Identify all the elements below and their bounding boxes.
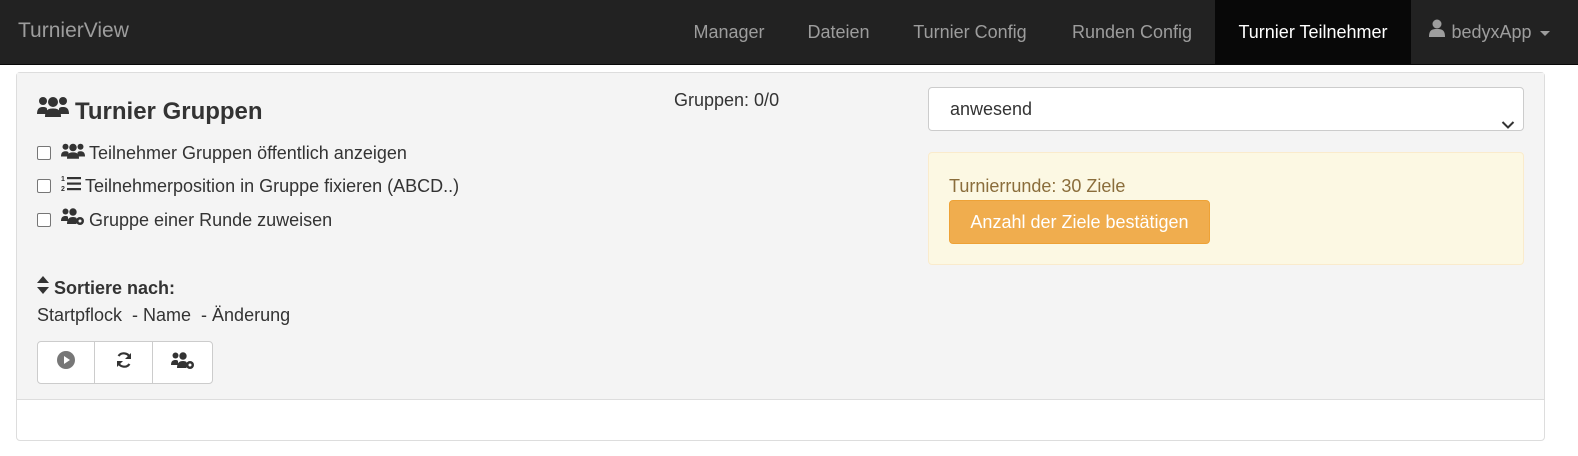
fix-position-checkbox[interactable]: [37, 178, 51, 193]
option-fix-position[interactable]: 1 2 Teilnehmerposition in Gruppe fixiere…: [37, 174, 459, 198]
users-icon: [61, 141, 85, 165]
sort-heading: Sortiere nach:: [37, 275, 176, 300]
status-select-value: anwesend: [950, 99, 1033, 119]
svg-text:2: 2: [61, 186, 65, 192]
user-icon: [1429, 0, 1446, 63]
refresh-icon: [115, 351, 133, 374]
svg-text:1: 1: [61, 176, 65, 183]
show-groups-checkbox[interactable]: [37, 145, 51, 160]
nav-runden-config[interactable]: Runden Config: [1049, 0, 1215, 64]
navbar: TurnierView Manager Dateien Turnier Conf…: [0, 0, 1578, 65]
caret-down-icon: [1539, 30, 1550, 36]
groups-count: Gruppen: 0/0: [674, 90, 780, 110]
sort-heading-label: Sortiere nach:: [54, 278, 176, 298]
users-icon: [37, 94, 69, 126]
user-menu[interactable]: bedyxApp: [1411, 0, 1568, 64]
round-alert-text: Turnierrunde: 30 Ziele: [949, 176, 1126, 196]
brand-link[interactable]: TurnierView: [18, 18, 129, 44]
sort-icon: [37, 275, 49, 300]
refresh-button[interactable]: [94, 342, 152, 383]
option-label: Teilnehmerposition in Gruppe fixieren (A…: [85, 176, 460, 196]
confirm-targets-button[interactable]: Anzahl der Ziele bestätigen: [949, 200, 1210, 244]
user-menu-label: bedyxApp: [1451, 22, 1532, 42]
users-gear-icon: [61, 207, 85, 232]
nav-turnier-teilnehmer[interactable]: Turnier Teilnehmer: [1215, 0, 1411, 64]
sort-options[interactable]: Startpflock - Name - Änderung: [37, 303, 290, 327]
option-assign-round[interactable]: Gruppe einer Runde zuweisen: [37, 208, 332, 232]
nav-manager[interactable]: Manager: [672, 0, 786, 64]
group-settings-button[interactable]: [152, 342, 212, 383]
option-label: Gruppe einer Runde zuweisen: [89, 210, 333, 230]
status-select[interactable]: anwesend: [928, 87, 1524, 131]
assign-round-checkbox[interactable]: [37, 212, 51, 227]
start-button[interactable]: [38, 342, 94, 383]
nav-turnier-config[interactable]: Turnier Config: [891, 0, 1049, 64]
option-label: Teilnehmer Gruppen öffentlich anzeigen: [89, 143, 407, 163]
list-ordered-icon: 1 2: [61, 174, 81, 198]
users-gear-icon: [170, 351, 195, 375]
page-title: Turnier Gruppen: [37, 96, 263, 128]
nav-dateien[interactable]: Dateien: [786, 0, 891, 64]
option-show-groups-public[interactable]: Teilnehmer Gruppen öffentlich anzeigen: [37, 141, 407, 165]
chevron-down-icon: [1501, 103, 1515, 145]
play-circle-icon: [57, 351, 75, 374]
action-button-group: [37, 341, 213, 384]
page-title-label: Turnier Gruppen: [75, 98, 263, 125]
